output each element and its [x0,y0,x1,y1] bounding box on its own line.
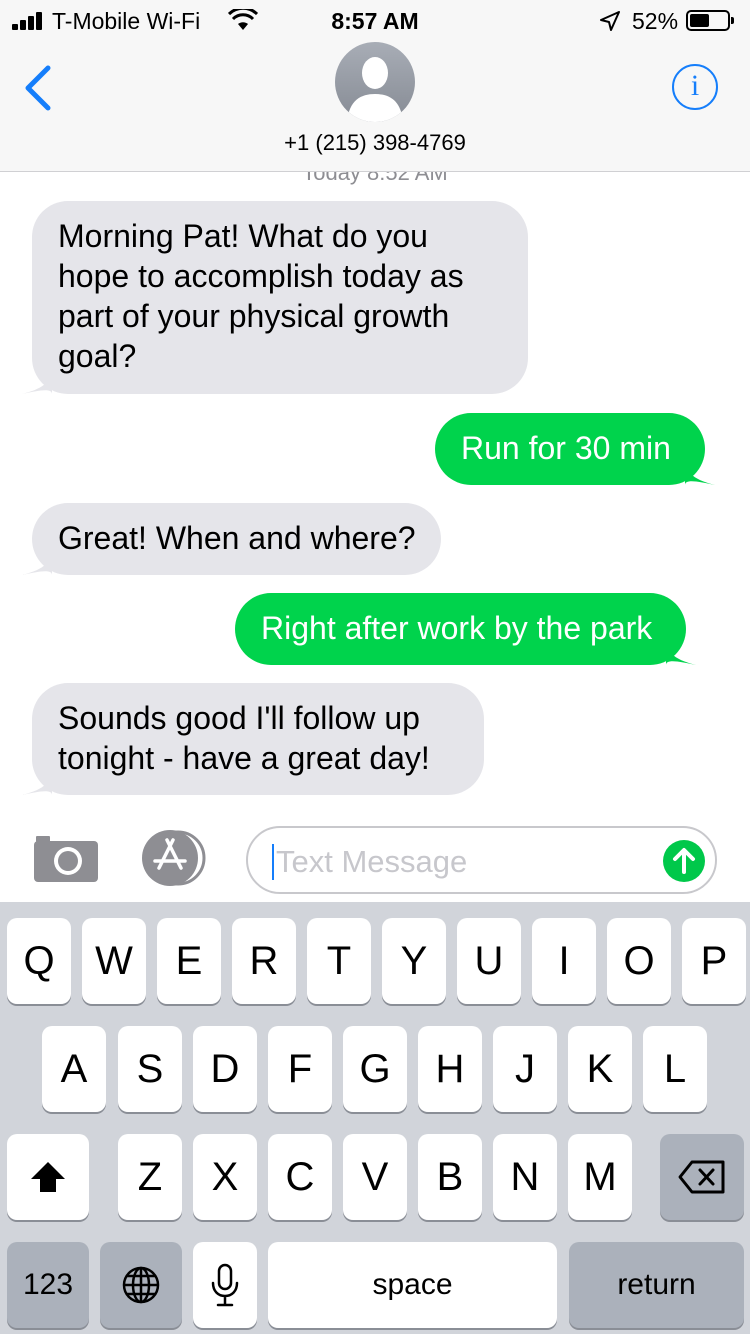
key-h[interactable]: H [418,1026,482,1112]
key-i[interactable]: I [532,918,596,1004]
text-caret [272,844,274,880]
conversation-header: +1 (215) 398-4769 i [0,40,750,172]
message-placeholder: Text Message [276,844,468,879]
message-bubble-received[interactable]: Sounds good I'll follow up tonight - hav… [22,683,484,795]
key-g[interactable]: G [343,1026,407,1112]
key-y[interactable]: Y [382,918,446,1004]
message-bubble-received[interactable]: Great! When and where? [22,503,441,575]
key-z[interactable]: Z [118,1134,182,1220]
message-text: Run for 30 min [461,430,671,466]
message-input[interactable]: Text Message [246,826,717,894]
key-r[interactable]: R [232,918,296,1004]
delete-key[interactable] [660,1134,744,1220]
return-key[interactable]: return [569,1242,744,1328]
key-s[interactable]: S [118,1026,182,1112]
shift-key[interactable] [7,1134,89,1220]
camera-icon [34,836,98,882]
key-w[interactable]: W [82,918,146,1004]
backspace-icon [678,1160,725,1194]
key-v[interactable]: V [343,1134,407,1220]
key-p[interactable]: P [682,918,746,1004]
message-bubble-received[interactable]: Morning Pat! What do you hope to accompl… [22,201,528,394]
key-x[interactable]: X [193,1134,257,1220]
key-k[interactable]: K [568,1026,632,1112]
key-l[interactable]: L [643,1026,707,1112]
location-icon [600,11,620,31]
bubble-tail [22,547,52,575]
back-button[interactable] [20,64,56,112]
person-silhouette-icon [347,57,403,122]
camera-button[interactable] [34,832,98,882]
key-e[interactable]: E [157,918,221,1004]
key-a[interactable]: A [42,1026,106,1112]
key-o[interactable]: O [607,918,671,1004]
space-key[interactable]: space [268,1242,557,1328]
message-text: Great! When and where? [58,520,416,556]
message-bubble-sent[interactable]: Run for 30 min [435,413,715,485]
chevron-left-icon [25,65,51,111]
bubble-tail [22,767,52,795]
key-t[interactable]: T [307,918,371,1004]
app-store-button[interactable] [140,830,212,886]
key-m[interactable]: M [568,1134,632,1220]
key-c[interactable]: C [268,1134,332,1220]
message-text: Right after work by the park [261,610,653,646]
key-d[interactable]: D [193,1026,257,1112]
shift-arrow-icon [31,1162,65,1192]
bubble-tail [22,366,52,394]
key-b[interactable]: B [418,1134,482,1220]
status-bar: T-Mobile Wi-Fi 8:57 AM 52% [0,0,750,40]
key-j[interactable]: J [493,1026,557,1112]
contact-avatar[interactable] [335,42,415,122]
keyboard: Q W E R T Y U I O P A S D F G H J K L Z … [0,902,750,1334]
dictation-key[interactable] [193,1242,257,1328]
microphone-icon [211,1263,239,1307]
app-store-icon [142,830,206,886]
key-u[interactable]: U [457,918,521,1004]
message-text: Sounds good I'll follow up tonight - hav… [58,700,430,776]
bubble-tail [684,457,715,485]
bubble-tail [666,637,697,665]
key-q[interactable]: Q [7,918,71,1004]
send-button[interactable] [663,840,705,882]
key-n[interactable]: N [493,1134,557,1220]
key-f[interactable]: F [268,1026,332,1112]
globe-key[interactable] [100,1242,182,1328]
globe-icon [122,1266,160,1304]
info-button[interactable]: i [672,64,718,110]
contact-name[interactable]: +1 (215) 398-4769 [0,130,750,156]
battery-icon [686,10,734,31]
arrow-up-icon [673,848,695,874]
battery-percent: 52% [632,8,679,34]
message-text: Morning Pat! What do you hope to accompl… [58,218,464,374]
message-bubble-sent[interactable]: Right after work by the park [235,593,697,665]
numbers-key[interactable]: 123 [7,1242,89,1328]
